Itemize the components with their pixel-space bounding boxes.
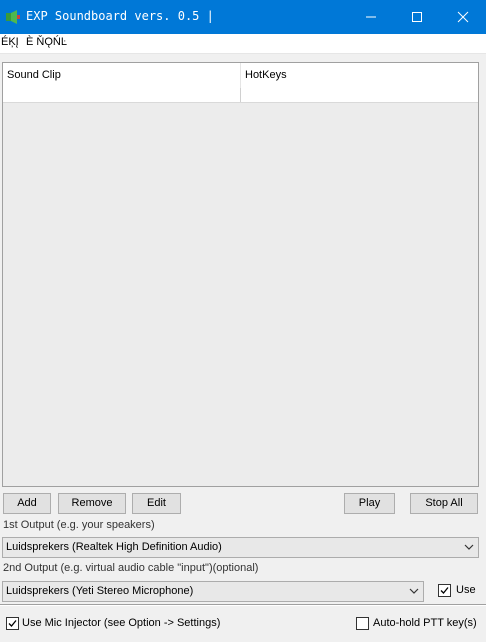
menu-bar: ÉĶĮ È ŇǪŃĿ (0, 34, 486, 54)
menu-item-options[interactable]: È ŇǪŃĿ (26, 36, 67, 48)
maximize-button[interactable] (394, 0, 440, 34)
list-header: Sound Clip HotKeys (3, 63, 478, 89)
edit-button[interactable]: Edit (132, 493, 181, 514)
remove-button[interactable]: Remove (58, 493, 126, 514)
column-header-sound-clip[interactable]: Sound Clip (3, 63, 241, 88)
title-bar[interactable]: EXP Soundboard vers. 0.5 | (0, 0, 486, 34)
output1-selected: Luidsprekers (Realtek High Definition Au… (6, 541, 222, 553)
sound-clip-list[interactable]: Sound Clip HotKeys (2, 62, 479, 487)
close-button[interactable] (440, 0, 486, 34)
stop-all-button[interactable]: Stop All (410, 493, 478, 514)
divider-highlight (0, 605, 486, 606)
use-output2-label[interactable]: Use (456, 584, 476, 596)
table-row[interactable] (3, 88, 478, 103)
column-header-hotkeys[interactable]: HotKeys (241, 63, 478, 88)
close-icon (457, 11, 469, 23)
window-title: EXP Soundboard vers. 0.5 | (26, 9, 214, 23)
checkmark-icon (8, 620, 17, 627)
output1-label: 1st Output (e.g. your speakers) (3, 519, 155, 531)
table-cell[interactable] (3, 88, 241, 102)
app-icon (6, 10, 20, 24)
chevron-down-icon (464, 544, 474, 550)
menu-item-file[interactable]: ÉĶĮ (1, 36, 19, 48)
checkmark-icon (440, 587, 449, 594)
output2-label: 2nd Output (e.g. virtual audio cable "in… (3, 562, 259, 574)
output2-selected: Luidsprekers (Yeti Stereo Microphone) (6, 585, 194, 597)
add-button[interactable]: Add (3, 493, 51, 514)
autohold-ptt-label[interactable]: Auto-hold PTT key(s) (373, 617, 477, 629)
play-button[interactable]: Play (344, 493, 395, 514)
output1-select[interactable]: Luidsprekers (Realtek High Definition Au… (2, 537, 479, 558)
autohold-ptt-checkbox[interactable] (356, 617, 369, 630)
table-cell[interactable] (241, 88, 478, 102)
mic-injector-checkbox[interactable] (6, 617, 19, 630)
mic-injector-label[interactable]: Use Mic Injector (see Option -> Settings… (22, 617, 220, 629)
minimize-icon (366, 16, 376, 18)
use-output2-checkbox[interactable] (438, 584, 451, 597)
maximize-icon (412, 12, 422, 22)
chevron-down-icon (409, 588, 419, 594)
minimize-button[interactable] (348, 0, 394, 34)
output2-select[interactable]: Luidsprekers (Yeti Stereo Microphone) (2, 581, 424, 602)
